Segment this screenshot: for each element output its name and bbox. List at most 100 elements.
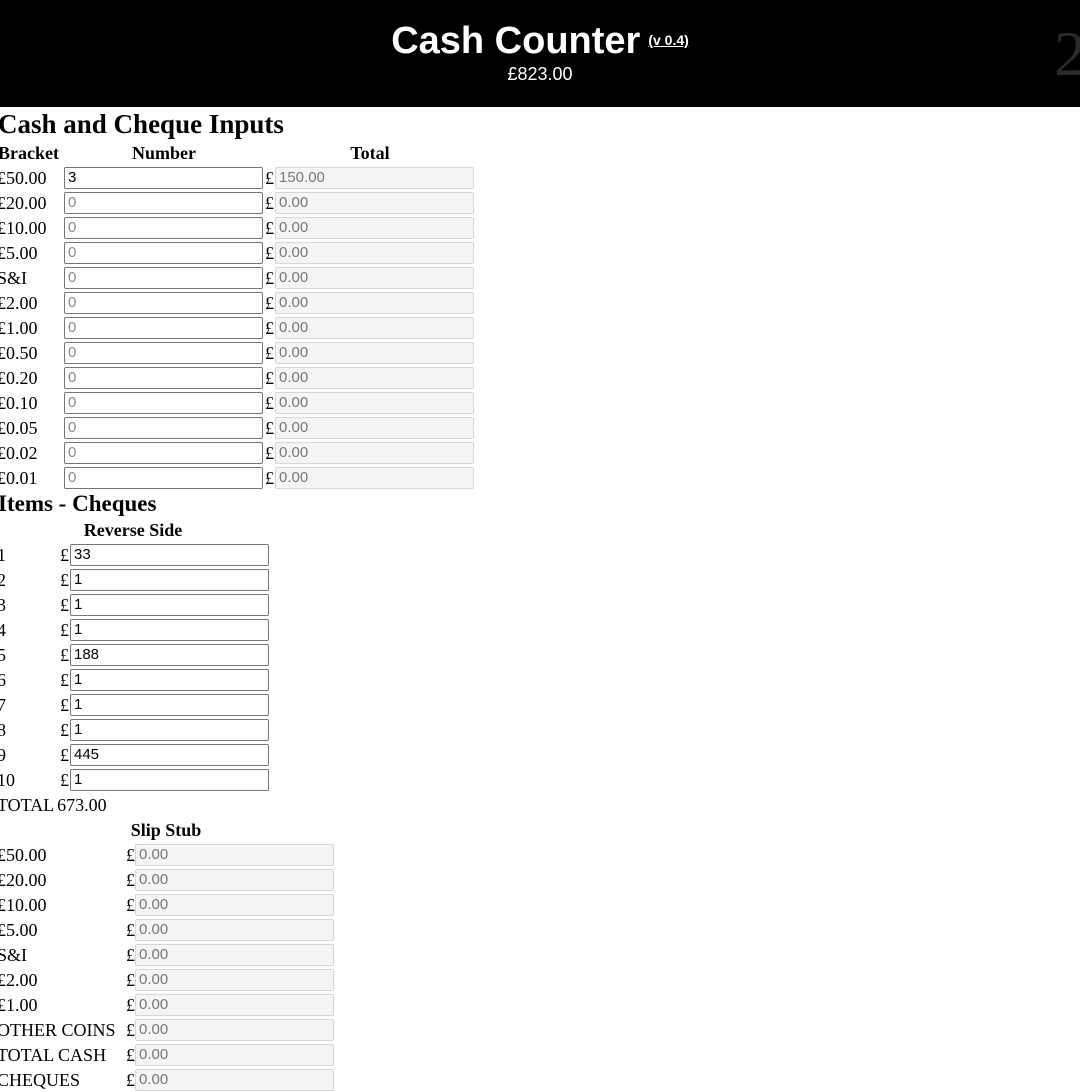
- total-output: 0.00: [275, 192, 474, 214]
- col-header-slip-stub: Slip Stub: [130, 820, 202, 840]
- cheque-row: 1 £33: [0, 543, 480, 567]
- pound-sign: £: [265, 443, 274, 463]
- number-input[interactable]: 0: [64, 367, 263, 389]
- bracket-label: £10.00: [0, 218, 47, 238]
- slip-value-output: 0.00: [135, 994, 334, 1016]
- slip-row: S&I £0.00: [0, 943, 480, 967]
- number-input[interactable]: 0: [64, 242, 263, 264]
- slip-label: £50.00: [0, 845, 47, 865]
- pound-sign: £: [126, 1045, 135, 1065]
- number-input[interactable]: 0: [64, 292, 263, 314]
- pound-sign: £: [60, 570, 69, 590]
- slip-label: £10.00: [0, 895, 47, 915]
- version-link[interactable]: (v 0.4): [648, 32, 688, 48]
- cheque-index: 5: [0, 645, 6, 665]
- slip-row: TOTAL CASH £0.00: [0, 1043, 480, 1067]
- cheque-index: 2: [0, 570, 6, 590]
- total-output: 0.00: [275, 342, 474, 364]
- pound-sign: £: [60, 670, 69, 690]
- cheques-total-label: TOTAL: [0, 795, 54, 815]
- cheque-amount-input[interactable]: 1: [70, 719, 269, 741]
- pound-sign: £: [126, 1070, 135, 1090]
- slip-label: £5.00: [0, 920, 38, 940]
- cheque-row: 6 £1: [0, 668, 480, 692]
- cheque-amount-input[interactable]: 1: [70, 594, 269, 616]
- pound-sign: £: [126, 845, 135, 865]
- slip-row: £10.00 £0.00: [0, 893, 480, 917]
- cash-section-heading: Cash and Cheque Inputs: [0, 109, 284, 139]
- pound-sign: £: [60, 695, 69, 715]
- pound-sign: £: [60, 770, 69, 790]
- slip-label: OTHER COINS: [0, 1020, 116, 1040]
- slip-value-output: 0.00: [135, 844, 334, 866]
- pound-sign: £: [265, 468, 274, 488]
- number-input[interactable]: 0: [64, 192, 263, 214]
- pound-sign: £: [126, 970, 135, 990]
- pound-sign: £: [126, 895, 135, 915]
- slip-label: CHEQUES: [0, 1070, 81, 1090]
- cheque-index: 9: [0, 745, 6, 765]
- cheque-amount-input[interactable]: 1: [70, 769, 269, 791]
- cash-row: £1.00 0 £0.00: [0, 316, 480, 340]
- total-output: 0.00: [275, 417, 474, 439]
- number-input[interactable]: 0: [64, 267, 263, 289]
- app-header: Cash Counter (v 0.4) £823.00 2: [0, 0, 1080, 107]
- total-output: 150.00: [275, 167, 474, 189]
- bracket-label: £50.00: [0, 168, 47, 188]
- bracket-label: £0.02: [0, 443, 38, 463]
- cheque-row: 10 £1: [0, 768, 480, 792]
- cash-row: £0.05 0 £0.00: [0, 416, 480, 440]
- cheque-row: 7 £1: [0, 693, 480, 717]
- number-input[interactable]: 0: [64, 217, 263, 239]
- cheques-total-value: 673.00: [57, 795, 107, 815]
- cheque-amount-input[interactable]: 1: [70, 694, 269, 716]
- number-input[interactable]: 3: [64, 167, 263, 189]
- slip-value-output: 0.00: [135, 1019, 334, 1041]
- pound-sign: £: [265, 193, 274, 213]
- pound-sign: £: [60, 745, 69, 765]
- slip-value-output: 0.00: [135, 919, 334, 941]
- pound-sign: £: [265, 318, 274, 338]
- slip-row: CHEQUES £0.00: [0, 1068, 480, 1092]
- cash-row: S&I 0 £0.00: [0, 266, 480, 290]
- app-title-line: Cash Counter (v 0.4): [0, 18, 1080, 63]
- number-input[interactable]: 0: [64, 342, 263, 364]
- cheque-amount-input[interactable]: 1: [70, 669, 269, 691]
- slip-label: £20.00: [0, 870, 47, 890]
- cheque-amount-input[interactable]: 1: [70, 569, 269, 591]
- cheque-amount-input[interactable]: 188: [70, 644, 269, 666]
- cheque-amount-input[interactable]: 33: [70, 544, 269, 566]
- slip-label: S&I: [0, 945, 28, 965]
- number-input[interactable]: 0: [64, 417, 263, 439]
- cash-row: £0.20 0 £0.00: [0, 366, 480, 390]
- cheque-index: 10: [0, 770, 15, 790]
- cheque-amount-input[interactable]: 1: [70, 619, 269, 641]
- bracket-label: S&I: [0, 268, 28, 288]
- grand-total: £823.00: [507, 64, 573, 84]
- cheque-index: 8: [0, 720, 6, 740]
- number-input[interactable]: 0: [64, 317, 263, 339]
- cheque-index: 1: [0, 545, 6, 565]
- pound-sign: £: [265, 243, 274, 263]
- cheque-amount-input[interactable]: 445: [70, 744, 269, 766]
- number-input[interactable]: 0: [64, 467, 263, 489]
- bracket-label: £0.10: [0, 393, 38, 413]
- col-header-number: Number: [132, 143, 196, 163]
- cash-row: £0.50 0 £0.00: [0, 341, 480, 365]
- cheque-row: 9 £445: [0, 743, 480, 767]
- bracket-label: £20.00: [0, 193, 47, 213]
- slip-label: £1.00: [0, 995, 38, 1015]
- number-input[interactable]: 0: [64, 392, 263, 414]
- cheque-index: 7: [0, 695, 6, 715]
- number-input[interactable]: 0: [64, 442, 263, 464]
- pound-sign: £: [60, 620, 69, 640]
- bracket-label: £1.00: [0, 318, 38, 338]
- decorative-edge-glyph: 2: [1054, 18, 1080, 89]
- pound-sign: £: [60, 720, 69, 740]
- total-output: 0.00: [275, 242, 474, 264]
- bracket-label: £0.01: [0, 468, 38, 488]
- cheque-row: 5 £188: [0, 643, 480, 667]
- cheque-index: 4: [0, 620, 6, 640]
- total-output: 0.00: [275, 317, 474, 339]
- pound-sign: £: [126, 995, 135, 1015]
